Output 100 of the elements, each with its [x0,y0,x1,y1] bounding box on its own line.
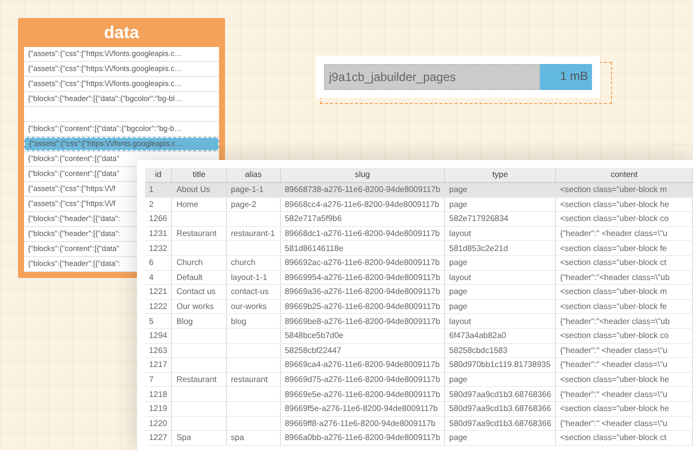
table-cell: 581d86146118e [280,240,445,256]
table-cell: Spa [172,430,226,446]
table-cell: 581d853c2e21d [444,240,556,256]
table-cell: 1220 [145,416,172,431]
table-cell: page [444,182,556,198]
table-cell: 582e717a5f9b6 [280,212,445,226]
table-cell: 1 [145,182,172,198]
table-cell: page-2 [226,197,280,212]
table-cell: 58258cbf22447 [280,343,445,358]
column-header[interactable]: type [444,168,556,182]
table-cell: 1266 [145,212,172,226]
table-cell [226,416,280,431]
table-cell: 4 [145,270,172,285]
table-cell [172,386,226,402]
table-cell: About Us [172,182,226,198]
table-cell: layout [444,226,556,241]
table-cell: restaurant [226,372,280,387]
table-cell: 896692ac-a276-11e6-8200-94de8009117b [280,255,445,270]
table-cell: Blog [172,314,226,328]
table-cell: {"header":"<header class=\"ub [556,314,692,328]
table-cell [172,358,226,372]
table-cell: 1263 [145,343,172,358]
table-cell: 1232 [145,240,172,256]
table-cell: 1218 [145,386,172,402]
table-cell: 8966a0bb-a276-11e6-8200-94de8009117b [280,430,445,446]
table-cell: {"header":"<header class=\"ub [556,270,692,285]
table-cell: Our works [172,299,226,314]
table-cell: 6 [145,255,172,270]
table-cell: page [444,197,556,212]
table-cell: 580d97aa9cd1b3.68768366 [444,416,556,431]
column-header[interactable]: alias [226,168,280,182]
table-cell: 6f473a4ab82a0 [444,328,556,344]
table-cell: 89669b25-a276-11e6-8200-94de8009117b [280,299,445,314]
table-cell: 89669a36-a276-11e6-8200-94de8009117b [280,284,445,300]
size-badge: 1 mB [540,64,592,90]
table-cell: our-works [226,299,280,314]
table-cell: 580d97aa9cd1b3.68768366 [444,386,556,402]
table-cell: 7 [145,372,172,387]
table-cell: church [226,255,280,270]
table-cell: {"header":" <header class=\"u [556,358,692,372]
table-cell: <section class="uber-block he [556,401,692,416]
table-cell: 1231 [145,226,172,241]
table-cell: 89669d75-a276-11e6-8200-94de8009117b [280,372,445,387]
table-cell [172,416,226,431]
table-cell: 89668cc4-a276-11e6-8200-94de8009117b [280,197,445,212]
table-cell: 5 [145,314,172,328]
table-cell: 1222 [145,299,172,314]
table-cell: 58258cbdc1583 [444,343,556,358]
table-cell [226,240,280,256]
table-cell [172,212,226,226]
table-cell: <section class="uber-block fe [556,240,692,256]
table-cell: 89669be8-a276-11e6-8200-94de8009117b [280,314,445,328]
table-cell: {"header":" <header class=\"u [556,386,692,402]
table-cell: {"header":" <header class=\"u [556,343,692,358]
table-cell: restaurant-1 [226,226,280,241]
table-cell: layout [444,314,556,328]
table-cell: <section class="uber-block he [556,197,692,212]
table-cell: layout [444,270,556,285]
table-cell: layout-1-1 [226,270,280,285]
panel-title: data [103,22,140,44]
table-cell: 1217 [145,358,172,372]
table-cell [226,343,280,358]
column-header[interactable]: title [172,168,226,182]
table-cell [226,358,280,372]
table-cell: 89668dc1-a276-11e6-8200-94de8009117b [280,226,445,241]
table-cell: <section class="uber-block m [556,182,692,198]
table-cell: Default [172,270,226,285]
table-cell [226,401,280,416]
table-name[interactable]: j9a1cb_jabuilder_pages [324,64,540,90]
table-cell: 1227 [145,430,172,446]
table-cell: page [444,255,556,270]
table-cell [172,240,226,256]
table-cell [226,386,280,402]
table-cell: 89669e5e-a276-11e6-8200-94de8009117b [280,386,445,402]
column-header[interactable]: slug [280,168,445,182]
table-cell: Church [172,255,226,270]
table-cell: 89669954-a276-11e6-8200-94de8009117b [280,270,445,285]
table-cell: {"header":" <header class=\"u [556,226,692,241]
table-cell: 1221 [145,284,172,300]
table-cell: <section class="uber-block fe [556,299,692,314]
table-cell: {"header":" <header class=\"u [556,416,692,431]
column-header[interactable]: content [556,168,692,182]
table-cell: 89669f5e-a276-11e6-8200-94de8009117b [280,401,445,416]
table-cell: Contact us [172,284,226,300]
table-cell: page [444,299,556,314]
table-cell [226,212,280,226]
table-cell: 5848bce5b7d0e [280,328,445,344]
table-cell: 89668738-a276-11e6-8200-94de8009117b [280,182,445,198]
table-cell: page [444,284,556,300]
table-cell: 1294 [145,328,172,344]
table-cell: spa [226,430,280,446]
table-cell: <section class="uber-block co [556,328,692,344]
table-cell: <section class="uber-block he [556,372,692,387]
table-cell: page-1-1 [226,182,280,198]
table-cell: 89669ca4-a276-11e6-8200-94de8009117b [280,358,445,372]
table-cell: Restaurant [172,226,226,241]
table-cell [172,343,226,358]
column-header[interactable]: id [145,168,172,182]
table-cell [172,328,226,344]
table-cell: 582e717926834 [444,212,556,226]
